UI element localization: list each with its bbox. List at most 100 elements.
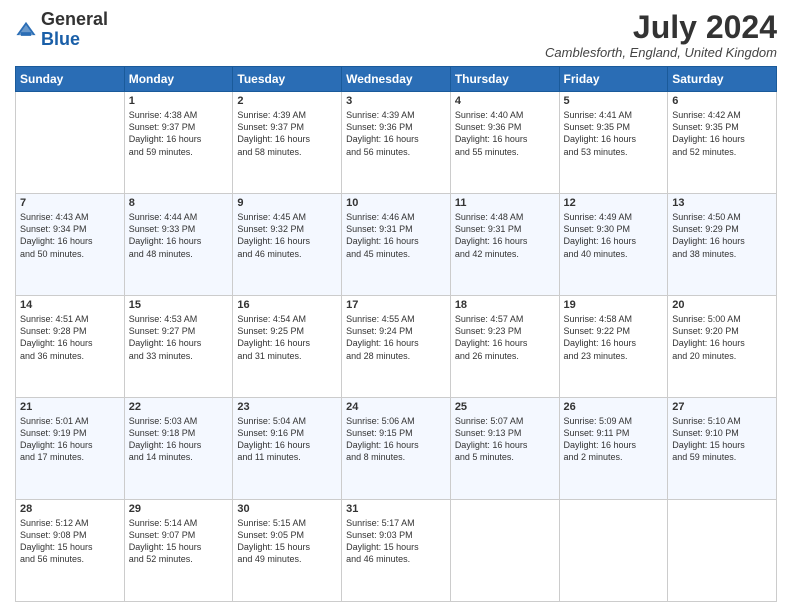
day-info: Sunrise: 4:38 AM Sunset: 9:37 PM Dayligh… [129,109,229,158]
col-wednesday: Wednesday [342,67,451,92]
calendar-week-row: 7Sunrise: 4:43 AM Sunset: 9:34 PM Daylig… [16,194,777,296]
calendar-table: Sunday Monday Tuesday Wednesday Thursday… [15,66,777,602]
day-number: 29 [129,503,229,515]
calendar-week-row: 1 Sunrise: 4:38 AM Sunset: 9:37 PM Daylig… [16,92,777,194]
month-year-title: July 2024 [545,10,777,45]
day-info: Sunrise: 4:51 AM Sunset: 9:28 PM Dayligh… [20,313,120,362]
calendar-cell: 8 Sunrise: 4:44 AM Sunset: 9:33 PM Daylig… [124,194,233,296]
calendar-cell: 24Sunrise: 5:06 AM Sunset: 9:15 PM Dayli… [342,398,451,500]
logo: General Blue [15,10,108,50]
day-number: 20 [672,299,772,311]
day-number: 8 [129,197,229,209]
day-info: Sunrise: 4:45 AM Sunset: 9:32 PM Dayligh… [237,211,337,260]
day-info: Sunrise: 4:58 AM Sunset: 9:22 PM Dayligh… [564,313,664,362]
day-number: 5 [564,95,664,107]
day-number: 17 [346,299,446,311]
day-info: Sunrise: 4:54 AM Sunset: 9:25 PM Dayligh… [237,313,337,362]
calendar-cell: 5 Sunrise: 4:41 AM Sunset: 9:35 PM Daylig… [559,92,668,194]
calendar-cell [559,500,668,602]
calendar-cell: 30 Sunrise: 5:15 AM Sunset: 9:05 PM Dayli… [233,500,342,602]
day-info: Sunrise: 4:48 AM Sunset: 9:31 PM Dayligh… [455,211,555,260]
col-tuesday: Tuesday [233,67,342,92]
day-info: Sunrise: 5:15 AM Sunset: 9:05 PM Dayligh… [237,517,337,566]
calendar-cell: 4 Sunrise: 4:40 AM Sunset: 9:36 PM Daylig… [450,92,559,194]
day-number: 26 [564,401,664,413]
day-info: Sunrise: 4:39 AM Sunset: 9:37 PM Dayligh… [237,109,337,158]
day-info: Sunrise: 5:00 AM Sunset: 9:20 PM Dayligh… [672,313,772,362]
day-number: 6 [672,95,772,107]
calendar-cell [16,92,125,194]
calendar-cell: 25 Sunrise: 5:07 AM Sunset: 9:13 PM Dayli… [450,398,559,500]
calendar-cell: 2 Sunrise: 4:39 AM Sunset: 9:37 PM Daylig… [233,92,342,194]
day-number: 12 [564,197,664,209]
calendar-cell: 10Sunrise: 4:46 AM Sunset: 9:31 PM Dayli… [342,194,451,296]
col-thursday: Thursday [450,67,559,92]
calendar-cell: 14 Sunrise: 4:51 AM Sunset: 9:28 PM Dayli… [16,296,125,398]
day-number: 2 [237,95,337,107]
calendar-cell: 7Sunrise: 4:43 AM Sunset: 9:34 PM Daylig… [16,194,125,296]
day-number: 25 [455,401,555,413]
day-number: 27 [672,401,772,413]
calendar-header-row: Sunday Monday Tuesday Wednesday Thursday… [16,67,777,92]
day-info: Sunrise: 5:04 AM Sunset: 9:16 PM Dayligh… [237,415,337,464]
calendar-week-row: 28 Sunrise: 5:12 AM Sunset: 9:08 PM Dayli… [16,500,777,602]
day-info: Sunrise: 5:03 AM Sunset: 9:18 PM Dayligh… [129,415,229,464]
calendar-cell [450,500,559,602]
day-info: Sunrise: 5:12 AM Sunset: 9:08 PM Dayligh… [20,517,120,566]
calendar-week-row: 14 Sunrise: 4:51 AM Sunset: 9:28 PM Dayli… [16,296,777,398]
day-number: 10 [346,197,446,209]
day-number: 16 [237,299,337,311]
day-info: Sunrise: 4:41 AM Sunset: 9:35 PM Dayligh… [564,109,664,158]
day-info: Sunrise: 4:53 AM Sunset: 9:27 PM Dayligh… [129,313,229,362]
day-number: 22 [129,401,229,413]
calendar-cell: 26 Sunrise: 5:09 AM Sunset: 9:11 PM Dayli… [559,398,668,500]
calendar-cell: 31 Sunrise: 5:17 AM Sunset: 9:03 PM Dayli… [342,500,451,602]
calendar-cell: 22 Sunrise: 5:03 AM Sunset: 9:18 PM Dayli… [124,398,233,500]
calendar-cell: 19Sunrise: 4:58 AM Sunset: 9:22 PM Dayli… [559,296,668,398]
calendar-cell: 29Sunrise: 5:14 AM Sunset: 9:07 PM Dayli… [124,500,233,602]
logo-icon [15,19,37,41]
day-info: Sunrise: 4:43 AM Sunset: 9:34 PM Dayligh… [20,211,120,260]
calendar-cell: 15Sunrise: 4:53 AM Sunset: 9:27 PM Dayli… [124,296,233,398]
day-number: 13 [672,197,772,209]
calendar-cell: 18 Sunrise: 4:57 AM Sunset: 9:23 PM Dayli… [450,296,559,398]
location-subtitle: Camblesforth, England, United Kingdom [545,45,777,60]
day-info: Sunrise: 4:39 AM Sunset: 9:36 PM Dayligh… [346,109,446,158]
calendar-cell: 28 Sunrise: 5:12 AM Sunset: 9:08 PM Dayli… [16,500,125,602]
calendar-page: General Blue July 2024 Camblesforth, Eng… [0,0,792,612]
day-number: 9 [237,197,337,209]
col-sunday: Sunday [16,67,125,92]
day-info: Sunrise: 5:07 AM Sunset: 9:13 PM Dayligh… [455,415,555,464]
calendar-cell: 27 Sunrise: 5:10 AM Sunset: 9:10 PM Dayli… [668,398,777,500]
calendar-cell: 12Sunrise: 4:49 AM Sunset: 9:30 PM Dayli… [559,194,668,296]
day-number: 23 [237,401,337,413]
day-info: Sunrise: 4:40 AM Sunset: 9:36 PM Dayligh… [455,109,555,158]
col-saturday: Saturday [668,67,777,92]
day-info: Sunrise: 5:09 AM Sunset: 9:11 PM Dayligh… [564,415,664,464]
day-number: 18 [455,299,555,311]
header: General Blue July 2024 Camblesforth, Eng… [15,10,777,60]
calendar-week-row: 21Sunrise: 5:01 AM Sunset: 9:19 PM Dayli… [16,398,777,500]
calendar-cell: 3 Sunrise: 4:39 AM Sunset: 9:36 PM Daylig… [342,92,451,194]
day-number: 3 [346,95,446,107]
title-block: July 2024 Camblesforth, England, United … [545,10,777,60]
calendar-cell: 23 Sunrise: 5:04 AM Sunset: 9:16 PM Dayli… [233,398,342,500]
day-number: 28 [20,503,120,515]
day-number: 1 [129,95,229,107]
day-number: 30 [237,503,337,515]
calendar-cell: 11 Sunrise: 4:48 AM Sunset: 9:31 PM Dayli… [450,194,559,296]
col-monday: Monday [124,67,233,92]
day-info: Sunrise: 5:10 AM Sunset: 9:10 PM Dayligh… [672,415,772,464]
day-info: Sunrise: 5:17 AM Sunset: 9:03 PM Dayligh… [346,517,446,566]
day-number: 14 [20,299,120,311]
day-info: Sunrise: 5:01 AM Sunset: 9:19 PM Dayligh… [20,415,120,464]
day-number: 31 [346,503,446,515]
day-number: 11 [455,197,555,209]
calendar-cell: 9 Sunrise: 4:45 AM Sunset: 9:32 PM Daylig… [233,194,342,296]
day-info: Sunrise: 4:57 AM Sunset: 9:23 PM Dayligh… [455,313,555,362]
day-info: Sunrise: 4:50 AM Sunset: 9:29 PM Dayligh… [672,211,772,260]
day-info: Sunrise: 4:42 AM Sunset: 9:35 PM Dayligh… [672,109,772,158]
day-number: 4 [455,95,555,107]
col-friday: Friday [559,67,668,92]
day-info: Sunrise: 4:44 AM Sunset: 9:33 PM Dayligh… [129,211,229,260]
